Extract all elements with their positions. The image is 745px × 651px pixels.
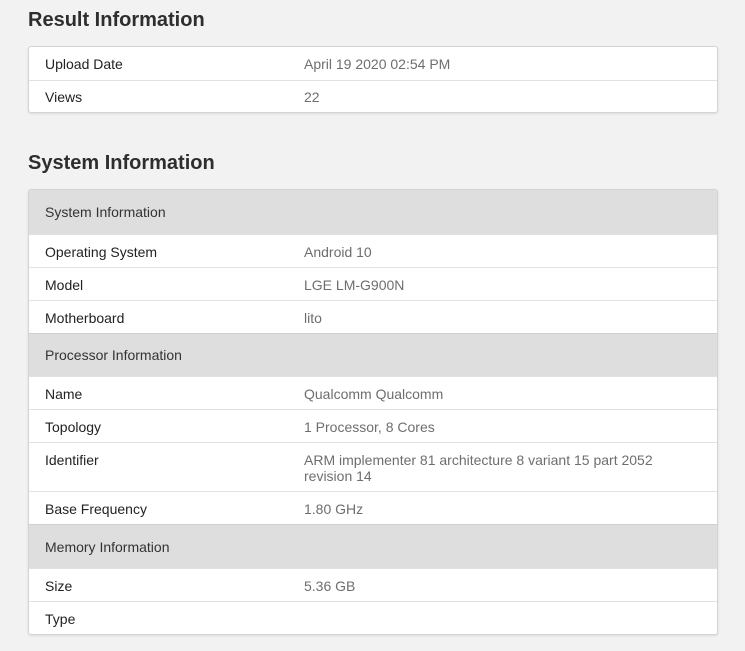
table-row: Operating System Android 10 [29, 234, 717, 267]
base-frequency-value: 1.80 GHz [304, 501, 364, 517]
upload-date-label: Upload Date [45, 56, 123, 72]
table-row: Model LGE LM-G900N [29, 267, 717, 300]
table-row: Topology 1 Processor, 8 Cores [29, 409, 717, 442]
table-row: Views 22 [29, 80, 717, 112]
table-row: Name Qualcomm Qualcomm [29, 376, 717, 409]
views-value: 22 [304, 89, 320, 105]
memory-size-label: Size [45, 578, 73, 594]
base-frequency-label: Base Frequency [45, 501, 147, 517]
processor-name-value: Qualcomm Qualcomm [304, 386, 444, 402]
group-header-system: System Information [29, 190, 717, 234]
table-row: Base Frequency 1.80 GHz [29, 491, 717, 524]
page: Result Information Upload Date April 19 … [0, 0, 745, 651]
memory-type-label: Type [45, 611, 76, 627]
operating-system-label: Operating System [45, 244, 158, 260]
identifier-value: ARM implementer 81 architecture 8 varian… [304, 452, 653, 484]
group-header-processor: Processor Information [29, 333, 717, 376]
group-header-memory: Memory Information [29, 524, 717, 568]
topology-value: 1 Processor, 8 Cores [304, 419, 435, 435]
result-information-card: Upload Date April 19 2020 02:54 PM Views… [28, 46, 718, 113]
views-label: Views [45, 89, 83, 105]
table-row: Size 5.36 GB [29, 568, 717, 601]
system-information-title: System Information [28, 152, 215, 174]
result-information-title: Result Information [28, 9, 205, 31]
memory-size-value: 5.36 GB [304, 578, 356, 594]
system-information-card: System Information Operating System Andr… [28, 189, 718, 635]
table-row: Upload Date April 19 2020 02:54 PM [29, 47, 717, 80]
upload-date-value: April 19 2020 02:54 PM [304, 56, 451, 72]
topology-label: Topology [45, 419, 102, 435]
model-value: LGE LM-G900N [304, 277, 405, 293]
motherboard-label: Motherboard [45, 310, 125, 326]
table-row: Type [29, 601, 717, 634]
motherboard-value: lito [304, 310, 322, 326]
identifier-label: Identifier [45, 452, 99, 468]
table-row: Motherboard lito [29, 300, 717, 333]
table-row: Identifier ARM implementer 81 architectu… [29, 442, 717, 491]
processor-name-label: Name [45, 386, 83, 402]
model-label: Model [45, 277, 84, 293]
operating-system-value: Android 10 [304, 244, 372, 260]
